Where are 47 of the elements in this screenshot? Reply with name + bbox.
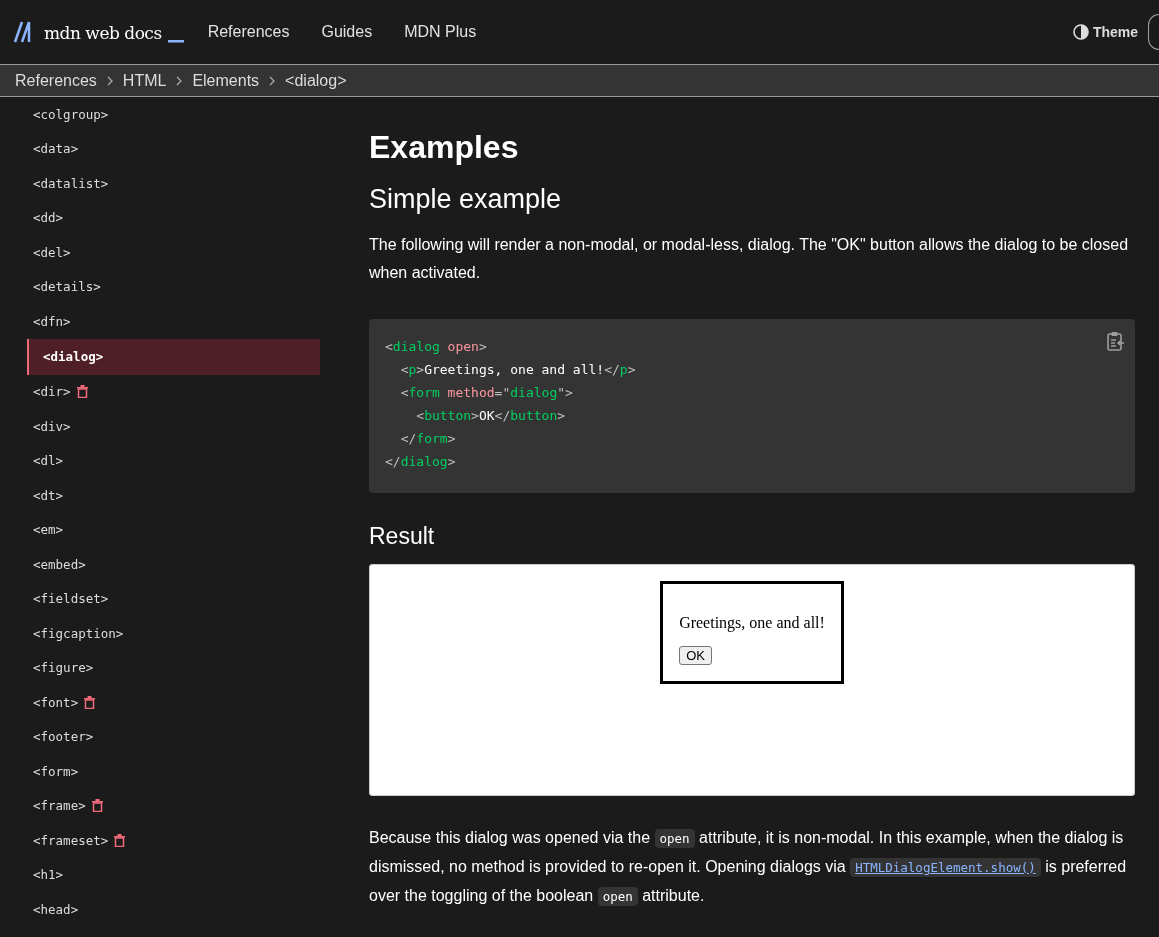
contrast-icon xyxy=(1072,24,1089,40)
sidebar-item[interactable]: <frameset> xyxy=(0,823,330,858)
cursor-icon xyxy=(167,40,184,43)
sidebar-item[interactable]: <fieldset> xyxy=(0,581,330,616)
sidebar-item[interactable]: <div> xyxy=(0,409,330,444)
ok-button[interactable]: OK xyxy=(679,646,712,665)
sidebar-item[interactable]: <font> xyxy=(0,685,330,720)
sidebar-item[interactable]: <em> xyxy=(0,512,330,547)
sidebar-item[interactable]: <data> xyxy=(0,131,330,166)
sidebar-item[interactable]: <colgroup> xyxy=(0,97,330,132)
sidebar-item[interactable]: <figure> xyxy=(0,650,330,685)
nav-link[interactable]: MDN Plus xyxy=(404,23,477,41)
logo-text[interactable]: mdn web docs xyxy=(44,23,162,43)
sidebar-item[interactable]: <embed> xyxy=(0,547,330,582)
sidebar-item[interactable]: <h1> xyxy=(0,857,330,892)
clipboard-icon[interactable] xyxy=(1107,331,1125,351)
sidebar-item-selected[interactable]: <dialog> xyxy=(27,338,320,375)
theme-button[interactable]: Theme xyxy=(1072,24,1138,40)
sidebar-item[interactable]: <dfn> xyxy=(0,304,330,339)
sidebar-item[interactable]: <details> xyxy=(0,269,330,304)
code-block: <dialog open> <p>Greetings, one and all!</p> <form method="dialog"> <button>OK</button> </form> </dialog> xyxy=(369,319,1135,493)
nav-link[interactable]: References xyxy=(207,23,290,41)
dialog-text: Greetings, one and all! xyxy=(679,614,825,632)
sidebar-item[interactable]: <dir> xyxy=(0,374,330,409)
breadcrumb-link[interactable]: <dialog> xyxy=(285,71,347,90)
page-heading: Examples xyxy=(369,129,520,166)
sidebar-item[interactable]: <frame> xyxy=(0,788,330,823)
chevron-icon xyxy=(269,75,276,86)
sidebar-item[interactable]: <del> xyxy=(0,235,330,270)
sidebar-item[interactable]: <figcaption> xyxy=(0,616,330,651)
breadcrumb-link[interactable]: Elements xyxy=(192,71,260,90)
section-heading: Simple example xyxy=(369,184,563,215)
sidebar-item[interactable]: <head> xyxy=(0,892,330,927)
chevron-icon xyxy=(176,75,183,86)
intro-paragraph: The following will render a non-modal, or modal-less, dialog. The "OK" button allows the dialog to be closed when activated. xyxy=(369,235,1130,283)
result-heading: Result xyxy=(369,523,436,550)
breadcrumb-link[interactable]: HTML xyxy=(122,71,167,90)
nav-link[interactable]: Guides xyxy=(321,23,373,41)
sidebar-item[interactable]: <footer> xyxy=(0,719,330,754)
chevron-icon xyxy=(106,75,113,86)
sidebar-item[interactable]: <dt> xyxy=(0,478,330,513)
note-paragraph: Because this dialog was opened via the open attribute, it is non-modal. In this example, when the dialog is dismissed, no method is provided to re-open it. Opening dialogs via HTMLDialogElement.show() is preferred over the toggling of the boolean open attribute. xyxy=(369,828,1128,908)
sidebar-item[interactable]: <dl> xyxy=(0,443,330,478)
sidebar-item[interactable]: <dd> xyxy=(0,200,330,235)
sidebar-item[interactable]: <datalist> xyxy=(0,166,330,201)
sidebar-item[interactable]: <form> xyxy=(0,754,330,789)
breadcrumb-link[interactable]: References xyxy=(15,71,97,90)
